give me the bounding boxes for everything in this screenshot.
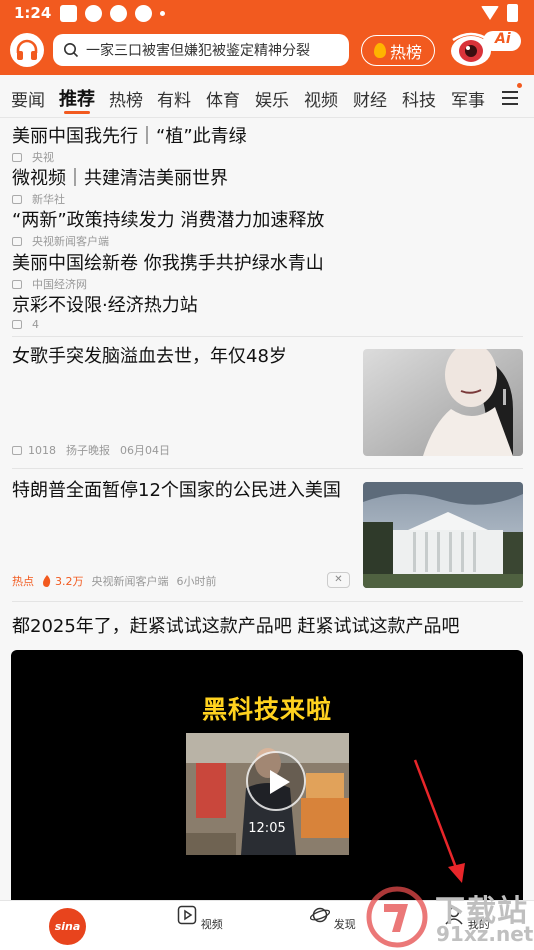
divider [12, 468, 523, 469]
headline-4-meta: 中国经济网 [12, 276, 87, 292]
watermark-url: 91xz.net [436, 922, 534, 946]
menu-icon [502, 91, 518, 93]
headline-5[interactable]: 京彩不设限·经济热力站 [12, 291, 198, 317]
video-overlay-title: 黑科技来啦 [201, 695, 332, 724]
nav-discover-label: 发现 [333, 918, 356, 931]
headline-source: 新华社 [32, 193, 65, 206]
article-2-meta: 热点 3.2万 央视新闻客户端 6小时前 [12, 573, 217, 589]
comment-icon [12, 320, 22, 329]
notification-icons [60, 5, 165, 22]
video-post-title[interactable]: 都2025年了，赶紧试试这款产品吧 赶紧试试这款产品吧 [12, 614, 523, 640]
headline-source: 央视 [32, 151, 54, 164]
headphones-icon [16, 39, 38, 60]
headline-source: 央视新闻客户端 [32, 235, 109, 248]
category-tabs: 要闻 推荐 热榜 有料 体育 娱乐 视频 财经 科技 军事 [0, 75, 534, 118]
hot-list-button[interactable]: 热榜 [361, 35, 435, 66]
nav-video[interactable]: 视频 [170, 905, 230, 932]
video-play-icon [178, 905, 197, 925]
article-date: 06月04日 [120, 444, 170, 457]
heat-value: 3.2万 [55, 575, 84, 588]
divider [12, 336, 523, 337]
flame-icon [43, 575, 51, 587]
battery-icon [507, 4, 518, 22]
menu-icon-line [502, 103, 518, 105]
wifi-icon [481, 6, 499, 20]
status-bar: 1:24 [0, 0, 534, 28]
article-1-meta: 1018 扬子晚报 06月04日 [12, 442, 170, 458]
app-notification-icon [110, 5, 127, 22]
divider [12, 601, 523, 602]
tab-entertainment[interactable]: 娱乐 [255, 86, 289, 111]
nav-discover[interactable]: 发现 [303, 905, 363, 932]
tab-tech[interactable]: 科技 [402, 86, 436, 111]
tab-yaowen[interactable]: 要闻 [11, 86, 45, 111]
comment-count: 4 [32, 318, 39, 331]
red-arrow-annotation [413, 759, 465, 883]
article-2-thumbnail[interactable] [363, 482, 523, 588]
active-tab-indicator [64, 111, 90, 114]
channel-menu-button[interactable] [498, 82, 524, 112]
close-icon: ✕ [334, 574, 343, 585]
comment-icon [12, 194, 22, 204]
headline-2-meta: 新华社 [12, 191, 65, 207]
headline-3-meta: 央视新闻客户端 [12, 233, 109, 249]
white-house-image [363, 482, 523, 588]
article-2-title[interactable]: 特朗普全面暂停12个国家的公民进入美国 [12, 478, 352, 504]
ai-assistant-button[interactable]: Ai [449, 30, 521, 70]
tab-recommend[interactable]: 推荐 [59, 85, 95, 111]
menu-icon-line [502, 97, 518, 99]
tab-youliao[interactable]: 有料 [157, 86, 191, 111]
comment-icon [12, 236, 22, 246]
heat-count: 3.2万 [42, 573, 84, 589]
ai-badge-label: Ai [495, 31, 511, 47]
flame-icon [373, 43, 386, 58]
more-notifications-icon [160, 11, 165, 16]
search-placeholder: 一家三口被害但嫌犯被鉴定精神分裂 [86, 43, 310, 59]
watermark-logo-icon [366, 886, 428, 948]
nav-video-label: 视频 [200, 918, 223, 931]
hot-list-label: 热榜 [389, 42, 422, 62]
headline-1-meta: 央视 [12, 149, 54, 165]
headline-5-meta: 4 [12, 318, 39, 331]
comment-count: 1018 [28, 443, 56, 457]
home-sina-logo[interactable]: sina [49, 908, 86, 945]
article-source: 央视新闻客户端 [91, 575, 169, 588]
menu-red-dot [517, 83, 522, 88]
comment-icon [12, 279, 22, 289]
headline-1[interactable]: 美丽中国我先行｜“植”此青绿 [12, 122, 247, 148]
headphones-avatar-button[interactable] [10, 33, 44, 67]
search-icon [64, 43, 79, 58]
app-notification-icon [135, 5, 152, 22]
tab-video[interactable]: 视频 [304, 86, 338, 111]
article-1-thumbnail[interactable] [363, 349, 523, 456]
planet-icon [310, 907, 331, 923]
tab-hot[interactable]: 热榜 [109, 86, 143, 111]
status-time: 1:24 [14, 4, 52, 22]
article-time: 6小时前 [176, 575, 217, 588]
comment-icon [12, 152, 22, 162]
headline-3[interactable]: “两新”政策持续发力 消费潜力加速释放 [12, 206, 324, 232]
headline-2[interactable]: 微视频｜共建清洁美丽世界 [12, 164, 228, 190]
tab-military[interactable]: 军事 [451, 86, 485, 111]
search-input[interactable]: 一家三口被害但嫌犯被鉴定精神分裂 [53, 34, 349, 66]
site-watermark: 下载站 91xz.net [364, 884, 534, 950]
tab-finance[interactable]: 财经 [353, 86, 387, 111]
hot-tag: 热点 [12, 575, 34, 588]
system-icons [481, 4, 518, 22]
app-notification-icon [85, 5, 102, 22]
singer-portrait-image [363, 349, 523, 456]
article-source: 扬子晚报 [66, 444, 110, 457]
weibo-notification-icon [60, 5, 77, 22]
tab-sports[interactable]: 体育 [206, 86, 240, 111]
play-button[interactable] [246, 751, 306, 811]
article-1-title[interactable]: 女歌手突发脑溢血去世，年仅48岁 [12, 344, 352, 370]
headline-4[interactable]: 美丽中国绘新卷 你我携手共护绿水青山 [12, 249, 324, 275]
headline-source: 中国经济网 [32, 278, 87, 291]
comment-icon [12, 445, 22, 455]
dislike-close-button[interactable]: ✕ [327, 572, 350, 588]
